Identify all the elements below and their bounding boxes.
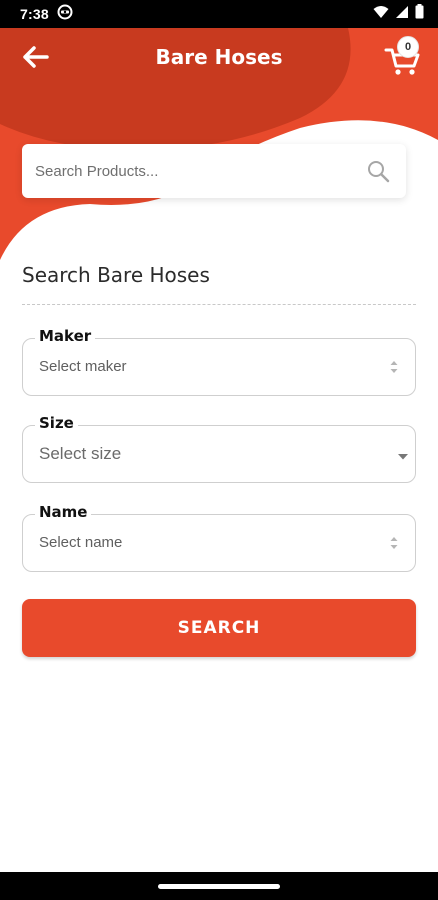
home-indicator[interactable] [158, 884, 280, 889]
size-label: Size [35, 414, 78, 432]
status-left: 7:38 [20, 4, 73, 25]
battery-icon [415, 4, 424, 24]
status-bar: 7:38 [0, 0, 438, 28]
search-icon[interactable] [366, 159, 390, 188]
name-value: Select name [39, 534, 123, 551]
maker-value: Select maker [39, 358, 127, 375]
system-nav-bar [0, 872, 438, 900]
page-title: Bare Hoses [155, 45, 283, 69]
name-label: Name [35, 503, 92, 521]
status-time: 7:38 [20, 6, 49, 22]
status-right [373, 4, 424, 24]
cart-count-badge: 0 [397, 36, 419, 58]
search-products-box [22, 143, 406, 199]
up-down-arrows-icon [389, 359, 399, 380]
section-divider [22, 304, 416, 305]
name-select[interactable]: Name Select name [22, 503, 416, 572]
search-input[interactable] [22, 143, 357, 199]
search-button[interactable]: SEARCH [22, 599, 416, 657]
section-title: Search Bare Hoses [22, 263, 210, 287]
maker-select[interactable]: Maker Select maker [22, 327, 416, 396]
app-bar: Bare Hoses 0 [0, 28, 438, 90]
caret-down-icon [397, 448, 409, 466]
wifi-icon [373, 5, 389, 24]
maker-label: Maker [35, 327, 96, 345]
size-select[interactable]: Size Select size [22, 414, 416, 483]
size-value: Select size [39, 444, 122, 463]
cart-button[interactable]: 0 [382, 36, 422, 76]
cellular-signal-icon [395, 5, 409, 24]
up-down-arrows-icon [389, 535, 399, 556]
game-controller-icon [57, 4, 73, 25]
